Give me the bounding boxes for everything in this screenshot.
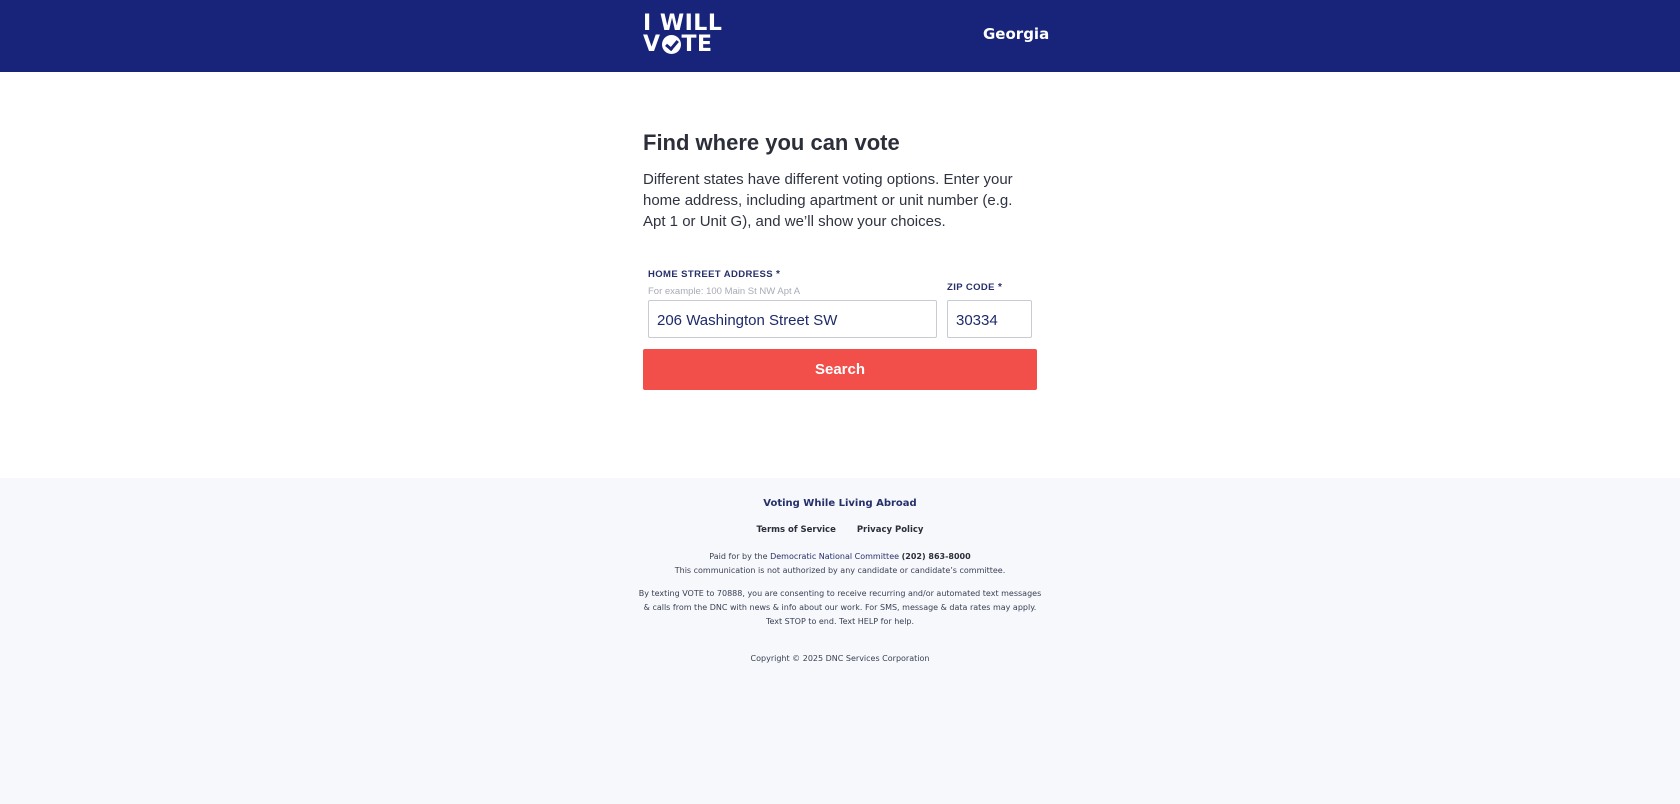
checkmark-icon	[661, 35, 681, 54]
page-description: Different states have different voting o…	[643, 171, 1013, 230]
state-selector[interactable]: Georgia	[983, 25, 1049, 43]
logo-letters-te: TE	[681, 32, 713, 57]
top-navbar: I WILL V TE Georgia	[0, 0, 1680, 72]
voting-abroad-link[interactable]: Voting While Living Abroad	[0, 498, 1680, 509]
paid-for-disclaimer: Paid for by the Democratic National Comm…	[0, 550, 1680, 578]
dnc-link[interactable]: Democratic National Committee	[770, 552, 899, 561]
sms-line: By texting VOTE to 70888, you are consen…	[638, 589, 1042, 598]
zip-required-marker: *	[997, 282, 1003, 293]
page-title: Find where you can vote	[643, 130, 900, 155]
search-button[interactable]: Search	[643, 349, 1037, 390]
paid-for-line: Paid for by the Democratic National Comm…	[0, 550, 1680, 564]
sms-disclaimer: By texting VOTE to 70888, you are consen…	[0, 587, 1680, 629]
sms-line: & calls from the DNC with news & info ab…	[643, 603, 1037, 612]
logo-line-1: I WILL	[643, 11, 723, 36]
zip-label-text: ZIP CODE	[947, 282, 995, 293]
logo-letter-v: V	[643, 32, 661, 57]
copyright: Copyright © 2025 DNC Services Corporatio…	[750, 654, 930, 663]
address-required-marker: *	[776, 269, 781, 280]
address-hint: For example: 100 Main St NW Apt A	[648, 286, 801, 297]
i-will-vote-logo[interactable]: I WILL V TE	[643, 11, 723, 57]
terms-of-service-link[interactable]: Terms of Service	[757, 525, 836, 535]
zip-label: ZIP CODE *	[947, 282, 1002, 293]
address-label: HOME STREET ADDRESS *	[648, 269, 780, 280]
logo-line-2: V TE	[643, 32, 722, 57]
address-label-text: HOME STREET ADDRESS	[648, 269, 773, 280]
dnc-phone: (202) 863-8000	[901, 552, 971, 561]
zip-input[interactable]: 30334	[947, 300, 1032, 338]
address-input[interactable]: 206 Washington Street SW	[648, 300, 937, 338]
paid-prefix: Paid for by the	[709, 552, 768, 561]
sms-line: Text STOP to end. Text HELP for help.	[765, 617, 915, 626]
footer-links: Terms of Service Privacy Policy	[0, 525, 1680, 535]
not-authorized-line: This communication is not authorized by …	[674, 566, 1006, 575]
privacy-policy-link[interactable]: Privacy Policy	[857, 525, 924, 535]
